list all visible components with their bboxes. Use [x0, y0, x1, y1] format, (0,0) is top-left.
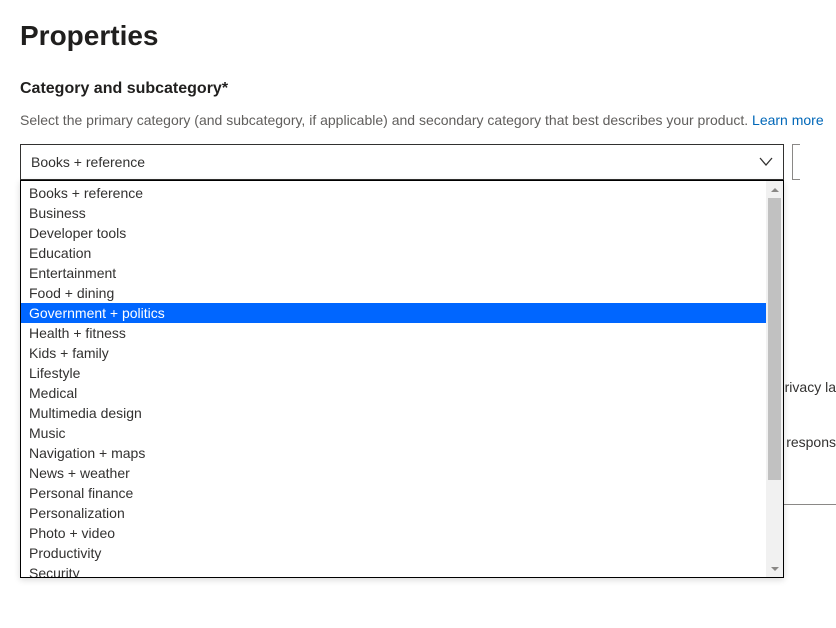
learn-more-link[interactable]: Learn more	[752, 112, 824, 128]
obscured-text-1: privacy la	[777, 379, 836, 395]
category-option[interactable]: Security	[21, 563, 766, 577]
category-option[interactable]: Developer tools	[21, 223, 766, 243]
category-options-list: Books + referenceBusinessDeveloper tools…	[21, 181, 766, 577]
scrollbar[interactable]	[766, 181, 783, 577]
category-option[interactable]: Photo + video	[21, 523, 766, 543]
category-option[interactable]: Health + fitness	[21, 323, 766, 343]
category-option[interactable]: Medical	[21, 383, 766, 403]
scroll-track[interactable]	[766, 198, 783, 560]
category-option[interactable]: Government + politics	[21, 303, 766, 323]
category-option[interactable]: Lifestyle	[21, 363, 766, 383]
chevron-down-icon	[759, 157, 773, 167]
category-option[interactable]: Personal finance	[21, 483, 766, 503]
category-option[interactable]: News + weather	[21, 463, 766, 483]
category-option[interactable]: Navigation + maps	[21, 443, 766, 463]
scroll-thumb[interactable]	[768, 198, 781, 480]
category-option[interactable]: Food + dining	[21, 283, 766, 303]
category-select-wrap: Books + reference Books + referenceBusin…	[20, 144, 784, 180]
secondary-select-stub[interactable]	[792, 144, 800, 180]
section-heading: Category and subcategory*	[20, 80, 836, 98]
category-field-row: Books + reference Books + referenceBusin…	[20, 144, 836, 180]
category-select[interactable]: Books + reference	[20, 144, 784, 180]
category-dropdown: Books + referenceBusinessDeveloper tools…	[20, 180, 784, 578]
category-option[interactable]: Multimedia design	[21, 403, 766, 423]
category-option[interactable]: Education	[21, 243, 766, 263]
category-select-value: Books + reference	[31, 154, 145, 170]
scroll-up-icon[interactable]	[766, 181, 783, 198]
category-option[interactable]: Entertainment	[21, 263, 766, 283]
page-title: Properties	[20, 20, 836, 52]
scroll-down-icon[interactable]	[766, 560, 783, 577]
category-option[interactable]: Productivity	[21, 543, 766, 563]
hint-text: Select the primary category (and subcate…	[20, 112, 836, 128]
category-option[interactable]: Business	[21, 203, 766, 223]
category-option[interactable]: Personalization	[21, 503, 766, 523]
category-option[interactable]: Kids + family	[21, 343, 766, 363]
category-option[interactable]: Music	[21, 423, 766, 443]
hint-text-body: Select the primary category (and subcate…	[20, 112, 752, 128]
category-option[interactable]: Books + reference	[21, 183, 766, 203]
